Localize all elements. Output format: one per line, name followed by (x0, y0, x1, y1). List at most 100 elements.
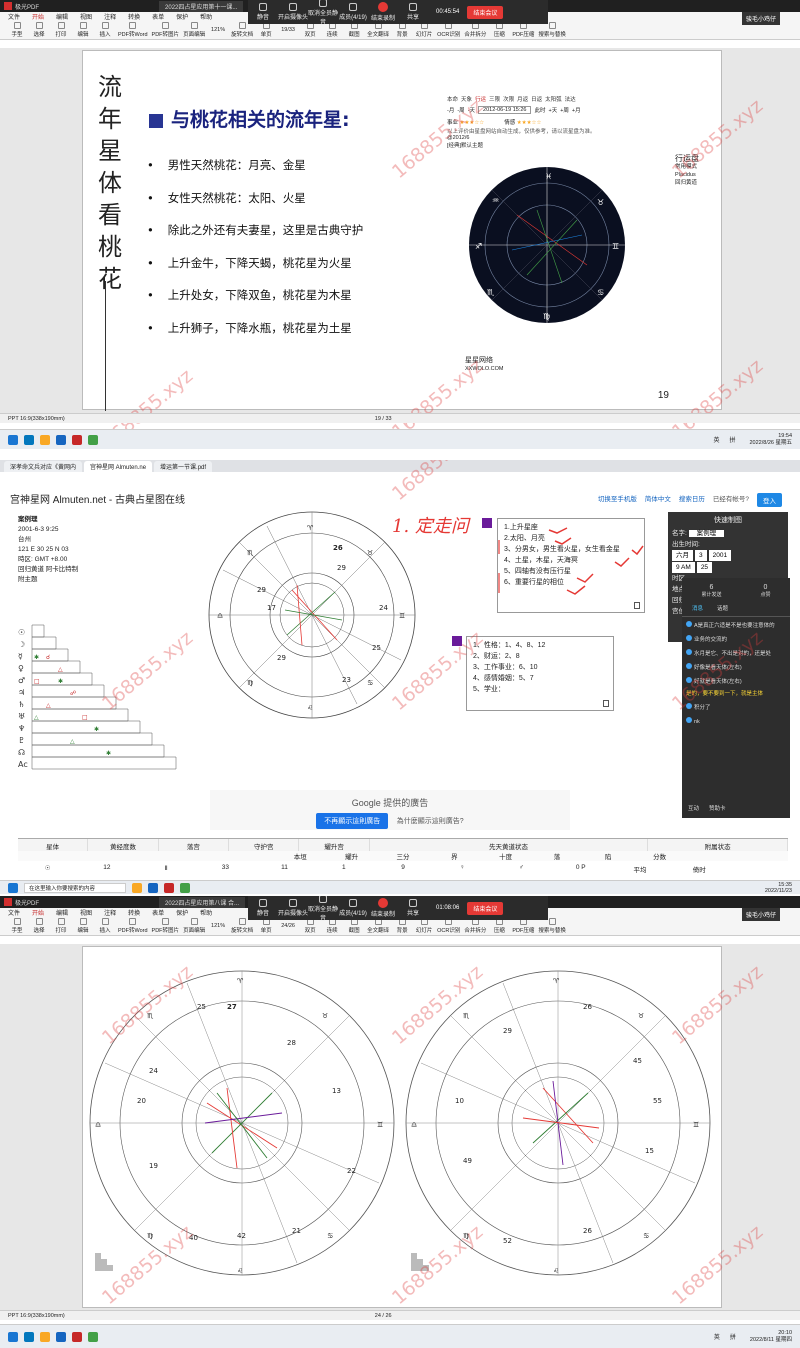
menu-form[interactable]: 表单 (152, 12, 164, 21)
pdf-taskbar-icon[interactable] (72, 434, 82, 445)
end-meeting-button[interactable]: 结束会议 (467, 901, 504, 915)
browser-tab[interactable]: 增运第一节课.pdf (154, 461, 213, 472)
doc-tab[interactable]: 2022四占星应用第十一课... (159, 0, 244, 12)
camera-button[interactable]: 开启摄像头 (278, 3, 308, 21)
windows-start-icon[interactable] (8, 882, 18, 893)
menu-file[interactable]: 文件 (8, 908, 20, 917)
taskbar-search[interactable]: 在这里输入你要搜索的内容 (24, 882, 127, 893)
end-meeting-button[interactable]: 结束会议 (467, 5, 504, 19)
status-page-indicator[interactable]: 24 / 26 (375, 1313, 392, 1319)
page-nav-field[interactable]: 19/33 (279, 27, 297, 33)
mobile-link[interactable]: 切换至手机版 (598, 493, 637, 507)
year-input[interactable]: 2001 (708, 550, 732, 561)
stop-record-button[interactable]: 结束录制 (368, 898, 398, 918)
members-button[interactable]: 成员(4/19) (338, 899, 368, 917)
unmute-all-button[interactable]: 取消全员静音 (308, 896, 338, 922)
edit-button[interactable]: 编辑 (74, 917, 92, 934)
pdf-taskbar-icon[interactable] (72, 1331, 82, 1342)
status-page-indicator[interactable]: 19 / 33 (375, 416, 392, 422)
chart-date-input[interactable]: 2012-06-19 15:26 (478, 106, 532, 114)
notes-box-2[interactable]: 1、性格：1、4、8、12 2、财运：2、8 3、工作事业：6、10 4、感情婚… (466, 636, 614, 711)
menu-home[interactable]: 开始 (32, 12, 44, 21)
share-button[interactable]: 共享 (398, 899, 428, 917)
ime-indicator[interactable]: 拼 (730, 1332, 736, 1341)
sponsor-button[interactable]: 赞助卡 (709, 804, 726, 812)
page-nav-field[interactable]: 24/26 (279, 923, 297, 929)
menu-edit[interactable]: 编辑 (56, 12, 68, 21)
print-button[interactable]: 打印 (52, 21, 70, 38)
hand-tool[interactable]: 手型 (8, 917, 26, 934)
browser-tab[interactable]: 深孝命文兵对应《黄网内 (4, 461, 83, 472)
zoom-select[interactable]: 121% (209, 923, 227, 929)
wechat-icon[interactable] (88, 434, 98, 445)
mute-button[interactable]: 静音 (248, 899, 278, 917)
page-edit-button[interactable]: 页面编辑 (183, 917, 205, 934)
menu-protect[interactable]: 保护 (176, 12, 188, 21)
day-select[interactable]: 3 (695, 550, 707, 561)
wechat-icon[interactable] (180, 882, 191, 893)
select-tool[interactable]: 选择 (30, 21, 48, 38)
browser-tab-active[interactable]: 宫神星网 Almuten.ne (84, 461, 153, 472)
members-button[interactable]: 成员(4/19) (338, 3, 368, 21)
camera-button[interactable]: 开启摄像头 (278, 899, 308, 917)
menu-form[interactable]: 表单 (152, 908, 164, 917)
mute-button[interactable]: 静音 (248, 3, 278, 21)
menu-help[interactable]: 帮助 (200, 12, 212, 21)
insert-button[interactable]: 插入 (96, 917, 114, 934)
edit-button[interactable]: 编辑 (74, 21, 92, 38)
word-app-icon[interactable] (148, 882, 159, 893)
word-app-icon[interactable] (56, 1331, 66, 1342)
hide-ad-button[interactable]: 不再顯示這則廣告 (316, 813, 389, 829)
pdf-to-image-button[interactable]: PDF转图片 (152, 21, 179, 38)
month-select[interactable]: 六月 (672, 550, 693, 561)
word-app-icon[interactable] (56, 434, 66, 445)
stop-record-button[interactable]: 结束录制 (368, 2, 398, 22)
pdf-to-image-button[interactable]: PDF转图片 (152, 917, 179, 934)
menu-convert[interactable]: 转换 (128, 12, 140, 21)
pdf-to-word-button[interactable]: PDF转Word (118, 21, 148, 38)
menu-convert[interactable]: 转换 (128, 908, 140, 917)
page-edit-button[interactable]: 页面编辑 (183, 21, 205, 38)
select-tool[interactable]: 选择 (30, 917, 48, 934)
name-input[interactable]: 案例理 (688, 530, 725, 537)
edge-icon[interactable] (24, 1331, 34, 1342)
wechat-icon[interactable] (88, 1331, 98, 1342)
menu-protect[interactable]: 保护 (176, 908, 188, 917)
hour-select[interactable]: 9 AM (672, 562, 695, 573)
ad-why-link[interactable]: 為什麼顯示這則廣告? (397, 818, 464, 825)
zoom-select[interactable]: 121% (209, 27, 227, 33)
language-link[interactable]: 简体中文 (645, 493, 671, 507)
lang-indicator[interactable]: 英 (713, 435, 719, 444)
pdf-to-word-button[interactable]: PDF转Word (118, 917, 148, 934)
menu-edit[interactable]: 编辑 (56, 908, 68, 917)
menu-annotate[interactable]: 注释 (104, 12, 116, 21)
login-button[interactable]: 登入 (757, 493, 782, 507)
edge-icon[interactable] (24, 434, 34, 445)
minute-select[interactable]: 25 (696, 562, 713, 573)
menu-file[interactable]: 文件 (8, 12, 20, 21)
insert-button[interactable]: 插入 (96, 21, 114, 38)
folder-icon[interactable] (40, 1331, 50, 1342)
menu-help[interactable]: 帮助 (200, 908, 212, 917)
unmute-all-button[interactable]: 取消全员静音 (308, 0, 338, 26)
note-marker-icon[interactable] (452, 636, 462, 646)
calendar-link[interactable]: 搜索日历 (679, 493, 705, 507)
folder-icon[interactable] (40, 434, 50, 445)
windows-start-icon[interactable] (8, 434, 18, 445)
chat-tab-topics[interactable]: 话题 (717, 604, 728, 612)
print-button[interactable]: 打印 (52, 917, 70, 934)
windows-start-icon[interactable] (8, 1331, 18, 1342)
lang-indicator[interactable]: 英 (714, 1332, 720, 1341)
ime-indicator[interactable]: 拼 (729, 435, 735, 444)
interact-button[interactable]: 互动 (688, 804, 699, 812)
folder-icon[interactable] (132, 882, 143, 893)
hand-tool[interactable]: 手型 (8, 21, 26, 38)
doc-tab[interactable]: 2022四占星应用第八课 合... (159, 896, 246, 908)
chat-tab-messages[interactable]: 消息 (692, 604, 703, 612)
share-button[interactable]: 共享 (398, 3, 428, 21)
menu-home[interactable]: 开始 (32, 908, 44, 917)
note-marker-icon[interactable] (482, 518, 492, 528)
trash-icon[interactable] (603, 700, 609, 707)
pdf-taskbar-icon[interactable] (164, 882, 175, 893)
menu-view[interactable]: 视图 (80, 908, 92, 917)
